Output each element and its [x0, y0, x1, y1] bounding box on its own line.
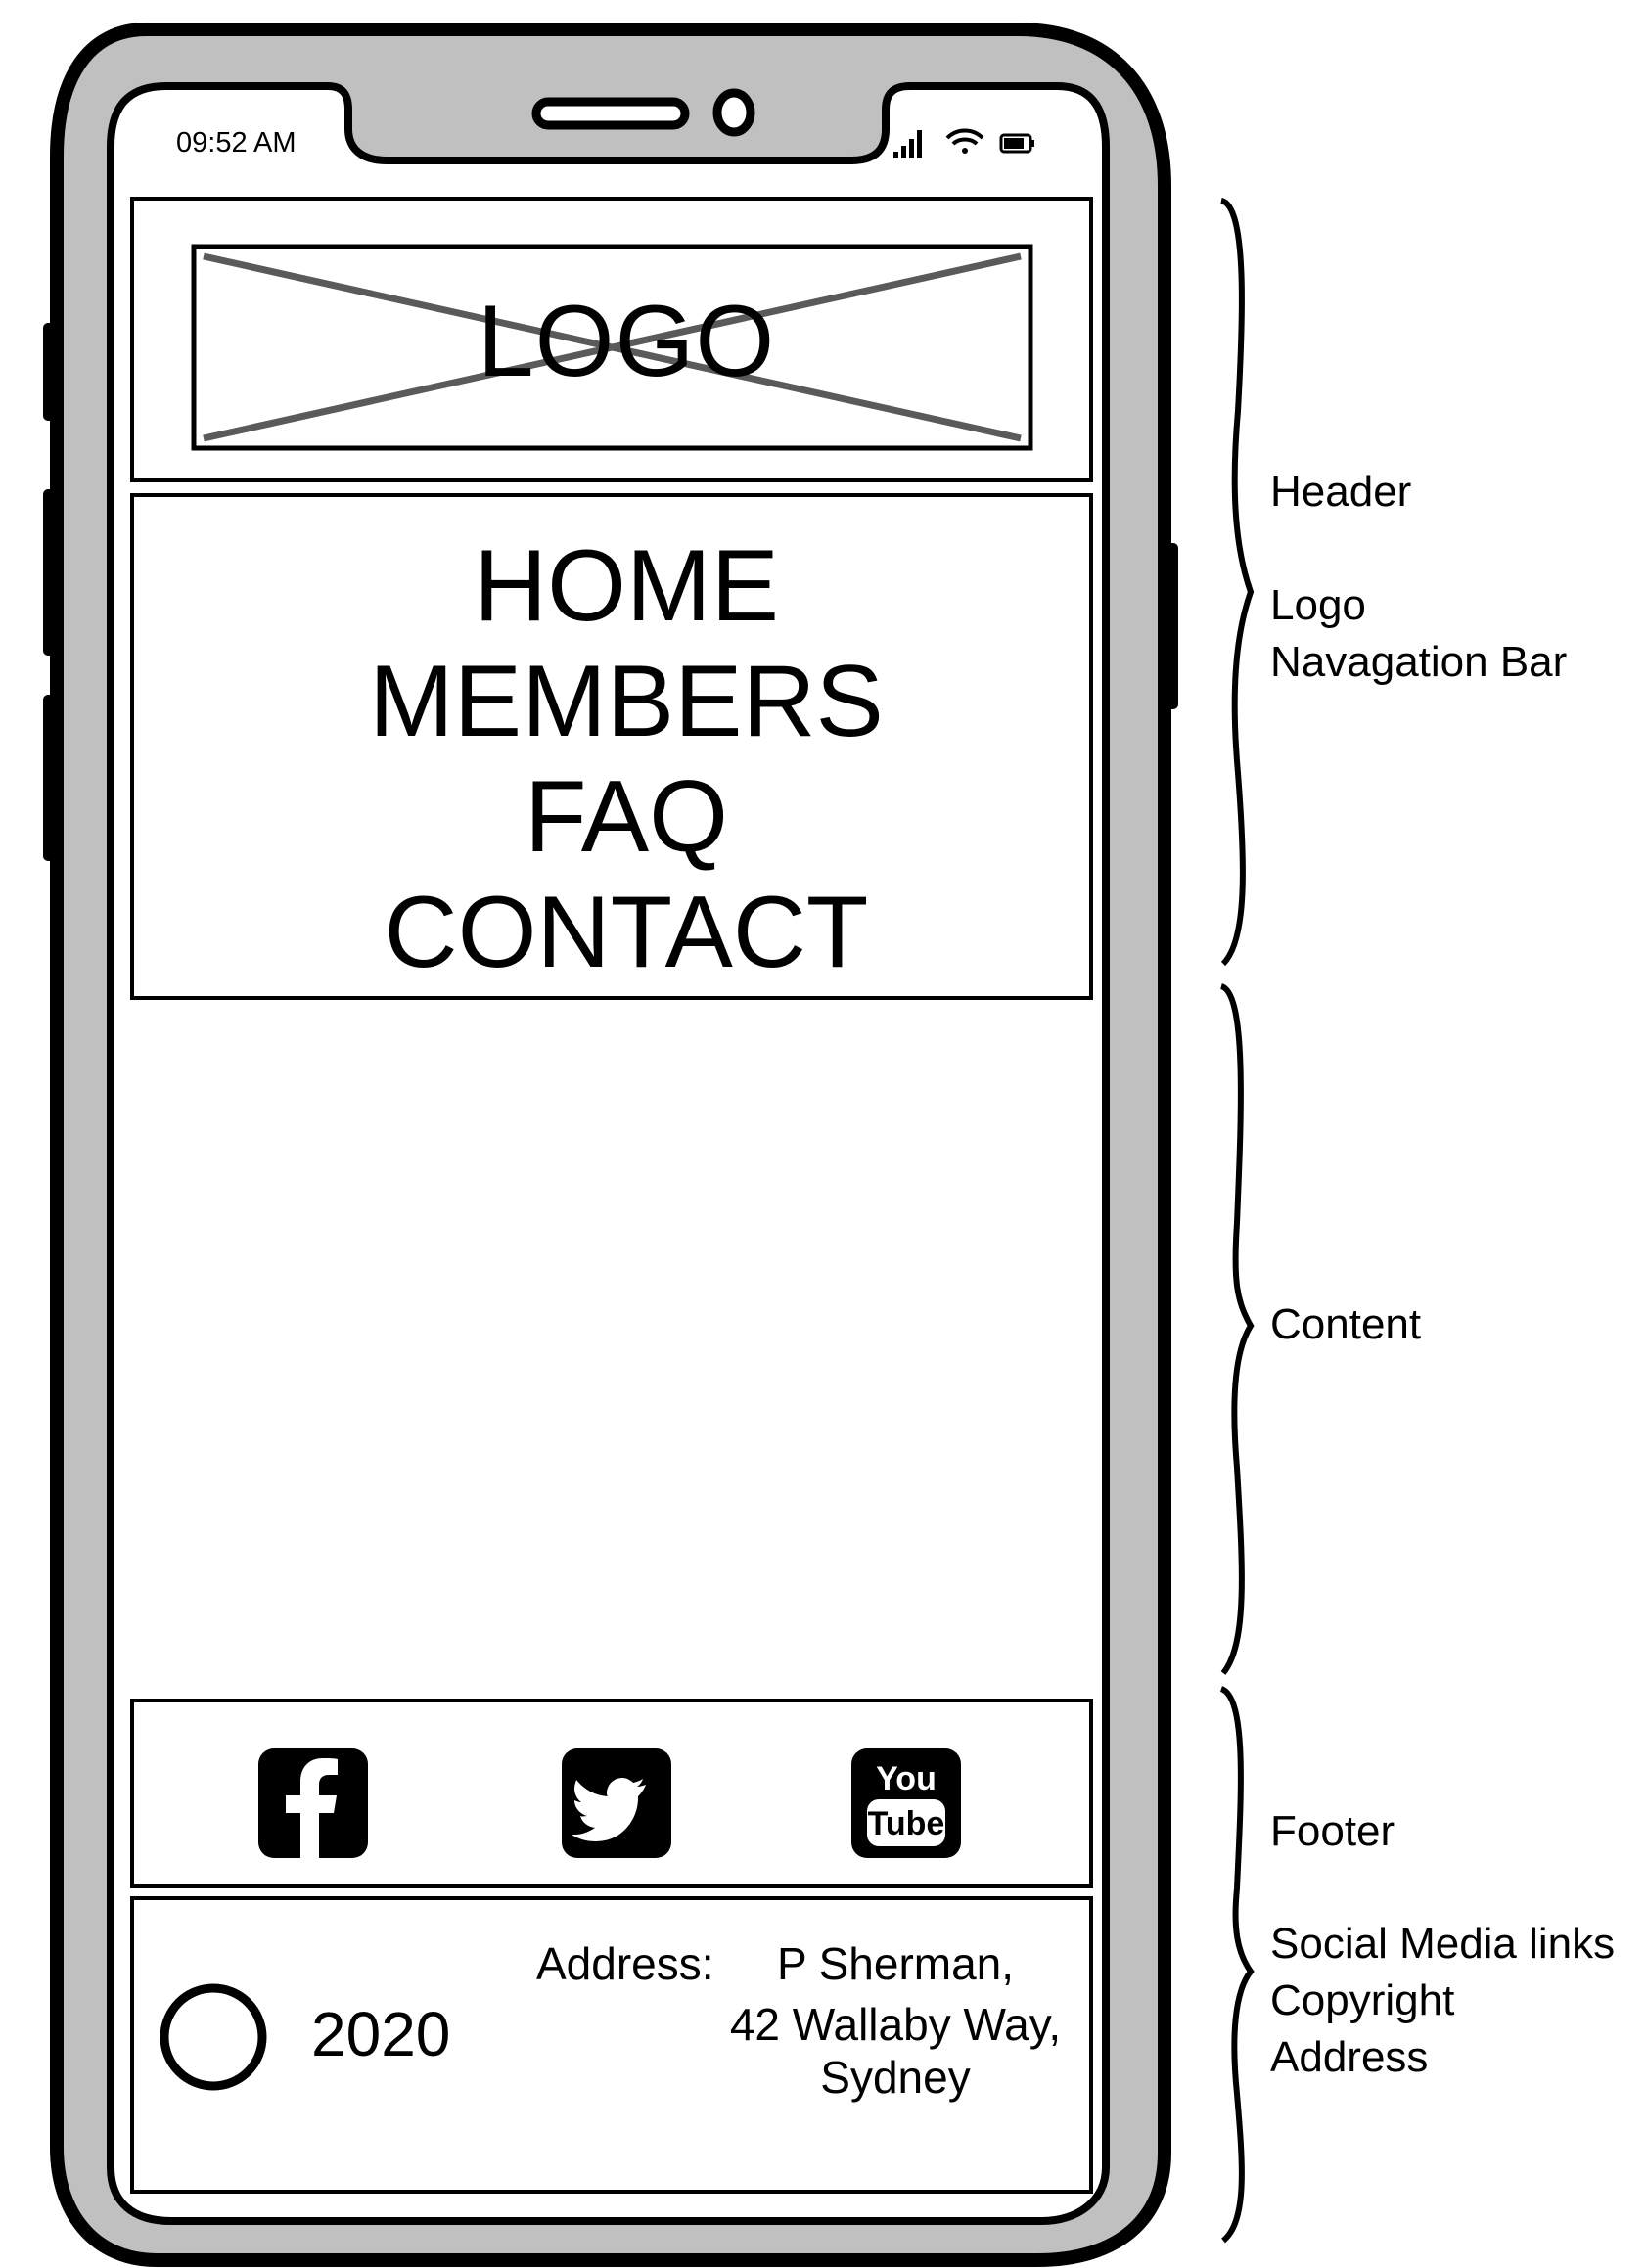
youtube-line-1: You [876, 1760, 937, 1797]
signal-icon [893, 130, 922, 158]
battery-icon [999, 133, 1034, 154]
annotation-header-title: Header [1270, 468, 1412, 516]
annotation-header-item-2: Navagation Bar [1270, 638, 1568, 686]
address-line-2: 42 Wallaby Way, [729, 1999, 1062, 2050]
address-line-1: P Sherman, [776, 1938, 1015, 1989]
youtube-line-2: Tube [868, 1805, 945, 1842]
content-area [132, 1000, 1091, 1699]
status-icons [886, 122, 1042, 161]
logo-placeholder-text: LOGO [477, 285, 776, 398]
annotation-header-item-1: Logo [1270, 581, 1366, 629]
youtube-icon[interactable]: You Tube [851, 1748, 961, 1858]
wifi-icon [945, 128, 984, 154]
copyright-year: 2020 [311, 1999, 451, 2069]
twitter-icon[interactable] [562, 1748, 671, 1858]
footer-brace [1219, 1686, 1255, 2244]
annotation-footer-title: Footer [1270, 1807, 1395, 1855]
nav-faq[interactable]: FAQ [137, 759, 1116, 875]
nav-members[interactable]: MEMBERS [137, 644, 1116, 759]
header-brace [1219, 198, 1255, 967]
address-lines: P Sherman, 42 Wallaby Way, Sydney [700, 1937, 1091, 2104]
annotation-content-title: Content [1270, 1300, 1422, 1348]
annotation-footer-item-1: Social Media links [1270, 1920, 1616, 1968]
navigation-bar: HOME MEMBERS FAQ CONTACT [137, 528, 1116, 990]
nav-contact[interactable]: CONTACT [137, 875, 1116, 990]
power-button [1163, 543, 1178, 709]
nav-home[interactable]: HOME [137, 528, 1116, 644]
copyright-symbol [164, 1982, 262, 2092]
volume-button [43, 323, 57, 421]
facebook-icon[interactable] [258, 1748, 368, 1858]
speaker-grille [531, 97, 690, 130]
address-line-3: Sydney [820, 2052, 971, 2103]
content-brace [1219, 983, 1255, 1675]
annotation-footer-item-2: Copyright [1270, 1976, 1455, 2024]
annotation-footer-item-3: Address [1270, 2033, 1429, 2081]
address-label: Address: [536, 1938, 714, 1989]
status-time: 09:52 AM [176, 127, 297, 159]
camera-icon [712, 88, 755, 137]
